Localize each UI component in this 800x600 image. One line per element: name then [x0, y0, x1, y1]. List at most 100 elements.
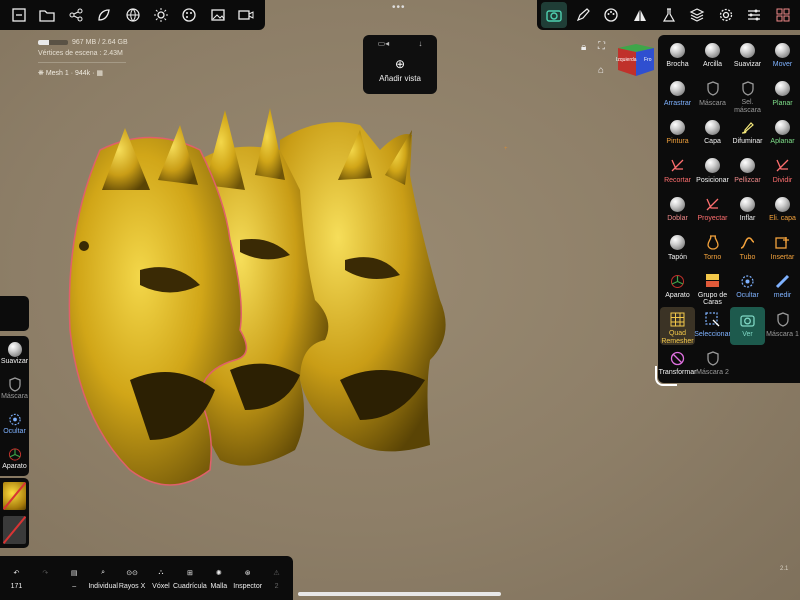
bottom-toolbar: ↶ 171 ↷ ▤ – ⌕ Individual ⊙⊙ Rayos X ⛬ Vóxel ⊞ Cua…: [0, 556, 293, 600]
tool-torno[interactable]: Torno: [695, 230, 730, 269]
tool-seleccionar[interactable]: Seleccionar: [694, 307, 731, 346]
tool-recortar[interactable]: Recortar: [660, 153, 695, 192]
tool-pintura[interactable]: Pintura: [660, 114, 695, 153]
pen-icon[interactable]: [570, 2, 596, 28]
scene-icon[interactable]: [91, 2, 117, 28]
bottom-cuadricula-button[interactable]: ⊞ Cuadrícula: [173, 556, 207, 600]
more-options-dots[interactable]: •••: [392, 2, 406, 13]
quick-tool-ocultar[interactable]: Ocultar: [0, 406, 29, 441]
tool-doblar[interactable]: Doblar: [660, 191, 695, 230]
sel-mascara-icon: [740, 81, 756, 97]
add-view-button[interactable]: Añadir vista: [363, 74, 437, 83]
video-icon[interactable]: ▭◂: [378, 39, 390, 48]
video-camera-icon[interactable]: [233, 2, 259, 28]
undo-redo-icon[interactable]: [6, 2, 32, 28]
tool-mascara[interactable]: Máscara: [695, 76, 730, 115]
paint-palette-icon[interactable]: [598, 2, 624, 28]
tool-brocha[interactable]: Brocha: [660, 37, 695, 76]
tool-planar[interactable]: Planar: [765, 76, 800, 115]
tool-label: Tubo: [739, 253, 756, 261]
mesh-icon: ❋: [38, 70, 46, 77]
aparato-icon: [8, 447, 22, 461]
quick-tool-mascara[interactable]: Máscara: [0, 371, 29, 406]
primary-swatch[interactable]: [3, 482, 26, 510]
axis-marker: +: [504, 146, 508, 152]
bottom-inspector-button[interactable]: ⊛ Inspector: [233, 556, 262, 600]
tool-dividir[interactable]: Dividir: [765, 153, 800, 192]
redo-button[interactable]: ↷: [31, 556, 60, 600]
tool-proyectar[interactable]: Proyectar: [695, 191, 730, 230]
tool-pellizcar[interactable]: Pellizcar: [730, 153, 765, 192]
bottom-individual-button[interactable]: ⌕ Individual: [88, 556, 118, 600]
home-indicator[interactable]: [298, 592, 501, 596]
individual-icon: ⌕: [101, 569, 106, 576]
stack-button[interactable]: ▤ –: [60, 556, 89, 600]
quick-tool-suavizar[interactable]: Suavizar: [0, 336, 29, 371]
tool-ocultar[interactable]: Ocultar: [730, 268, 765, 307]
tool-aparato[interactable]: Aparato: [660, 268, 695, 307]
layers-icon[interactable]: [684, 2, 710, 28]
undo-button[interactable]: ↶ 171: [2, 556, 31, 600]
camera-icon[interactable]: [541, 2, 567, 28]
folder-icon[interactable]: [34, 2, 60, 28]
tool-label: Máscara: [699, 99, 726, 107]
tool-mascara-2[interactable]: Máscara 2: [695, 345, 730, 384]
palette-icon[interactable]: [176, 2, 202, 28]
left-empty-slot[interactable]: [0, 296, 29, 331]
secondary-swatch[interactable]: [3, 516, 26, 544]
redo-icon: ↷: [42, 570, 49, 577]
tool-tubo[interactable]: Tubo: [730, 230, 765, 269]
fullscreen-icon[interactable]: ⛶: [598, 41, 605, 52]
tool-sel-mascara[interactable]: Sel. máscara: [730, 76, 765, 115]
arcilla-icon: [705, 42, 721, 58]
triangle-icon[interactable]: [627, 2, 653, 28]
flask-icon[interactable]: [656, 2, 682, 28]
home-icon[interactable]: ⌂: [598, 65, 604, 76]
tool-insertar[interactable]: Insertar: [765, 230, 800, 269]
tool-label: Eli. capa: [769, 215, 796, 222]
share-nodes-icon[interactable]: [63, 2, 89, 28]
tool-label: Grupo de Caras: [697, 291, 728, 307]
sliders-icon[interactable]: [741, 2, 767, 28]
orientation-cube[interactable]: Izquierda Fro: [614, 40, 656, 78]
quick-tools-bar: Suavizar Máscara Ocultar Aparato: [0, 336, 29, 476]
lock-icon[interactable]: 🔒︎: [581, 42, 586, 53]
bottom-malla-button[interactable]: ✺ Malla: [204, 556, 233, 600]
tool-arcilla[interactable]: Arcilla: [695, 37, 730, 76]
tool-tapon[interactable]: Tapón: [660, 230, 695, 269]
tool-arrastrar[interactable]: Arrastrar: [660, 76, 695, 115]
sculpt-tools-panel: Brocha Arcilla Suavizar Mover Arrastrar Másca…: [658, 35, 800, 383]
tool-label: Insertar: [770, 253, 795, 261]
tool-posicionar[interactable]: Posicionar: [695, 153, 730, 192]
tool-label: Arrastrar: [663, 99, 692, 107]
tool-grupo-de-caras[interactable]: Grupo de Caras: [695, 268, 730, 307]
globe-icon[interactable]: [120, 2, 146, 28]
download-icon[interactable]: ↓: [418, 39, 422, 48]
tool-label: Recortar: [664, 176, 691, 184]
tool-suavizar[interactable]: Suavizar: [730, 37, 765, 76]
bottom-2-button[interactable]: ⚠ 2: [262, 556, 291, 600]
tool-quad-remesher[interactable]: Quad Remesher: [660, 306, 695, 345]
cuadricula-icon: ⊞: [186, 570, 193, 577]
image-icon[interactable]: [205, 2, 231, 28]
tool-aplanar[interactable]: Aplanar: [765, 114, 800, 153]
tool-mascara-1[interactable]: Máscara 1: [765, 307, 800, 346]
tool-ver[interactable]: Ver: [730, 306, 765, 345]
tool-eli-capa[interactable]: Eli. capa: [765, 191, 800, 230]
tool-inflar[interactable]: Inflar: [730, 191, 765, 230]
bottom-voxel-button[interactable]: ⛬ Vóxel: [147, 556, 176, 600]
settings-grid-icon[interactable]: [770, 2, 796, 28]
tool-difuminar[interactable]: Difuminar: [730, 114, 765, 153]
tool-mover[interactable]: Mover: [765, 37, 800, 76]
sun-icon[interactable]: [148, 2, 174, 28]
quick-tool-aparato[interactable]: Aparato: [0, 441, 29, 476]
tool-medir[interactable]: medir: [765, 268, 800, 307]
mesh-info[interactable]: ❋ Mesh 1 · 944k · ▦: [38, 69, 103, 77]
gear-icon[interactable]: [713, 2, 739, 28]
panel-resize-handle[interactable]: [655, 366, 677, 386]
bottom-rayos-x-button[interactable]: ⊙⊙ Rayos X: [118, 556, 147, 600]
add-view-icon[interactable]: ⊕: [363, 57, 437, 71]
tool-label: Aparato: [665, 292, 690, 299]
tool-capa[interactable]: Capa: [695, 114, 730, 153]
tool-label: Inflar: [739, 215, 756, 222]
